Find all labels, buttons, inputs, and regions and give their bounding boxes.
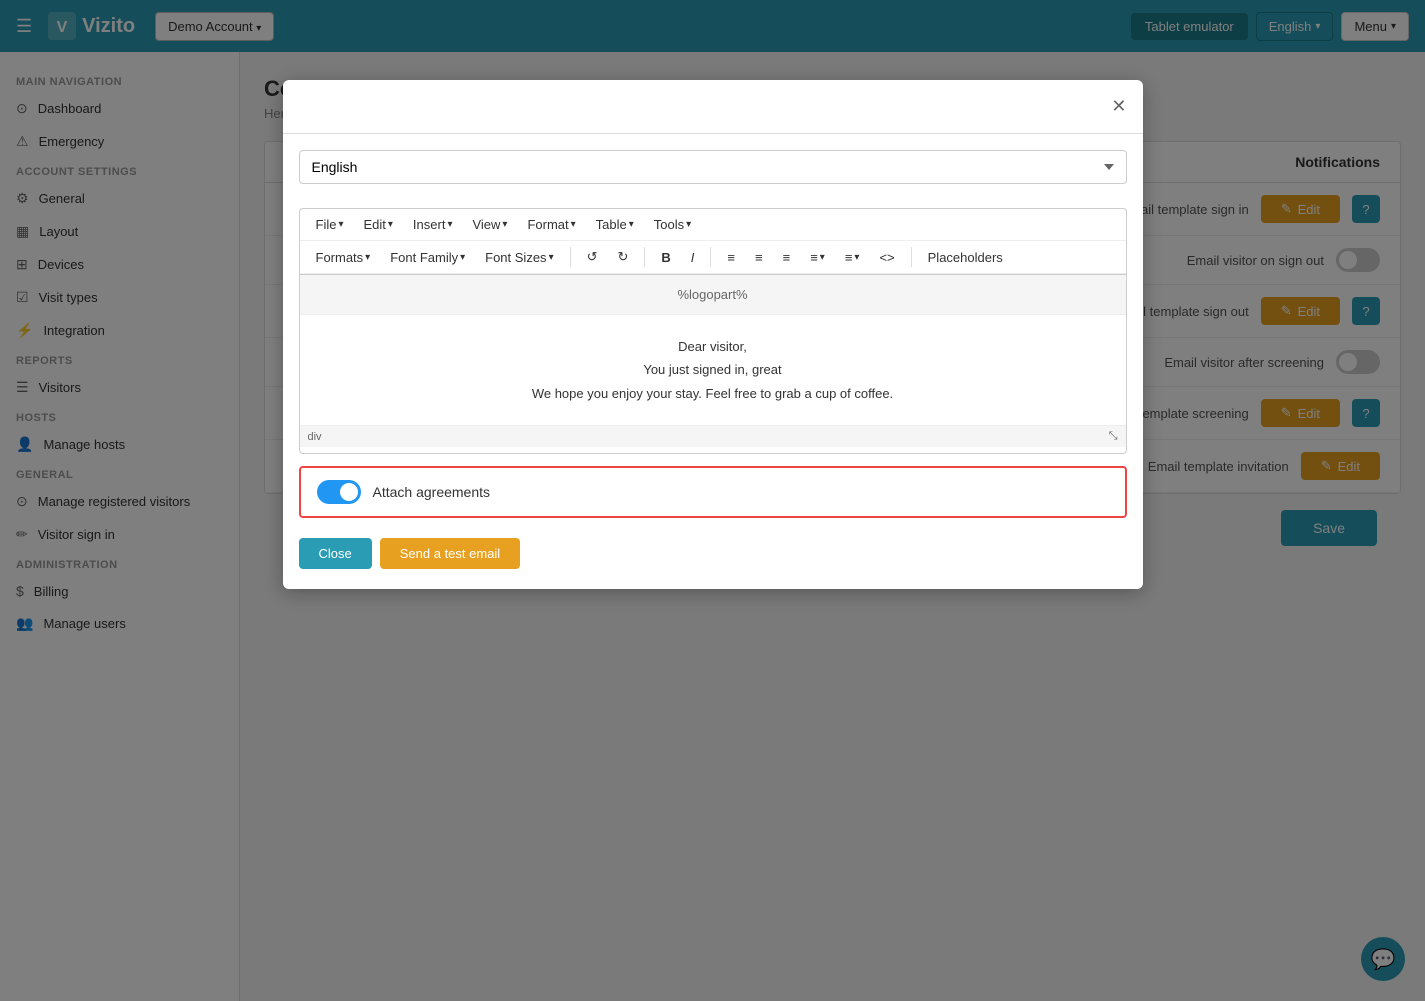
- toolbar-bold-button[interactable]: B: [653, 246, 678, 269]
- toolbar-row-menus: File ▾ Edit ▾ Insert ▾ View ▾ Format ▾ T…: [300, 209, 1126, 241]
- toolbar-insert-button[interactable]: Insert ▾: [405, 213, 461, 236]
- editor-line1: Dear visitor,: [320, 335, 1106, 358]
- send-test-email-button[interactable]: Send a test email: [380, 538, 520, 569]
- toolbar-list-unordered-button[interactable]: ≡ ▾: [837, 246, 868, 269]
- close-modal-button[interactable]: Close: [299, 538, 372, 569]
- toolbar-font-sizes-button[interactable]: Font Sizes ▾: [477, 246, 561, 269]
- toolbar-separator2: [644, 247, 645, 267]
- editor-toolbar: File ▾ Edit ▾ Insert ▾ View ▾ Format ▾ T…: [299, 208, 1127, 274]
- logo-placeholder-text: %logopart%: [677, 287, 747, 302]
- modal-footer: Close Send a test email: [299, 530, 1127, 573]
- editor-line2: You just signed in, great: [320, 358, 1106, 381]
- toolbar-code-button[interactable]: <>: [871, 246, 902, 269]
- toolbar-tools-button[interactable]: Tools ▾: [646, 213, 699, 236]
- editor-resize-handle[interactable]: ⤡: [1109, 430, 1118, 443]
- language-select[interactable]: English Dutch French German: [299, 150, 1127, 184]
- toolbar-list-ordered-button[interactable]: ≡ ▾: [802, 246, 833, 269]
- attach-agreements-label: Attach agreements: [373, 484, 491, 500]
- modal-close-button[interactable]: ✕: [1111, 96, 1126, 117]
- editor-tag: div: [308, 431, 322, 443]
- toolbar-file-button[interactable]: File ▾: [308, 213, 352, 236]
- toolbar-align-right-button[interactable]: ≡: [775, 246, 799, 269]
- modal-header: ✕: [283, 80, 1143, 134]
- toolbar-edit-button[interactable]: Edit ▾: [355, 213, 400, 236]
- toolbar-font-family-button[interactable]: Font Family ▾: [382, 246, 473, 269]
- toolbar-placeholders-button[interactable]: Placeholders: [920, 246, 1011, 269]
- toolbar-align-center-button[interactable]: ≡: [747, 246, 771, 269]
- modal-body: English Dutch French German File ▾ Edit …: [283, 134, 1143, 589]
- editor-content[interactable]: Dear visitor, You just signed in, great …: [300, 315, 1126, 425]
- toolbar-format-button[interactable]: Format ▾: [519, 213, 583, 236]
- toolbar-redo-button[interactable]: ↻: [610, 245, 637, 269]
- toolbar-separator3: [710, 247, 711, 267]
- editor-logo-bar: %logopart%: [300, 275, 1126, 315]
- toolbar-align-left-button[interactable]: ≡: [719, 246, 743, 269]
- editor-line3: We hope you enjoy your stay. Feel free t…: [320, 382, 1106, 405]
- attach-agreements-row: Attach agreements: [299, 466, 1127, 518]
- toolbar-table-button[interactable]: Table ▾: [588, 213, 642, 236]
- attach-agreements-toggle[interactable]: [317, 480, 361, 504]
- toolbar-formats-button[interactable]: Formats ▾: [308, 246, 379, 269]
- toolbar-italic-button[interactable]: I: [683, 246, 703, 269]
- toolbar-separator: [570, 247, 571, 267]
- attach-agreements-toggle-slider: [317, 480, 361, 504]
- editor-area[interactable]: %logopart% Dear visitor, You just signed…: [299, 274, 1127, 454]
- toolbar-view-button[interactable]: View ▾: [464, 213, 515, 236]
- editor-status-bar: div ⤡: [300, 425, 1126, 447]
- toolbar-row-formatting: Formats ▾ Font Family ▾ Font Sizes ▾ ↺ ↻…: [300, 241, 1126, 274]
- toolbar-separator4: [911, 247, 912, 267]
- modal-overlay: ✕ English Dutch French German File ▾ Edi…: [0, 0, 1425, 1001]
- email-editor-modal: ✕ English Dutch French German File ▾ Edi…: [283, 80, 1143, 589]
- toolbar-undo-button[interactable]: ↺: [579, 245, 606, 269]
